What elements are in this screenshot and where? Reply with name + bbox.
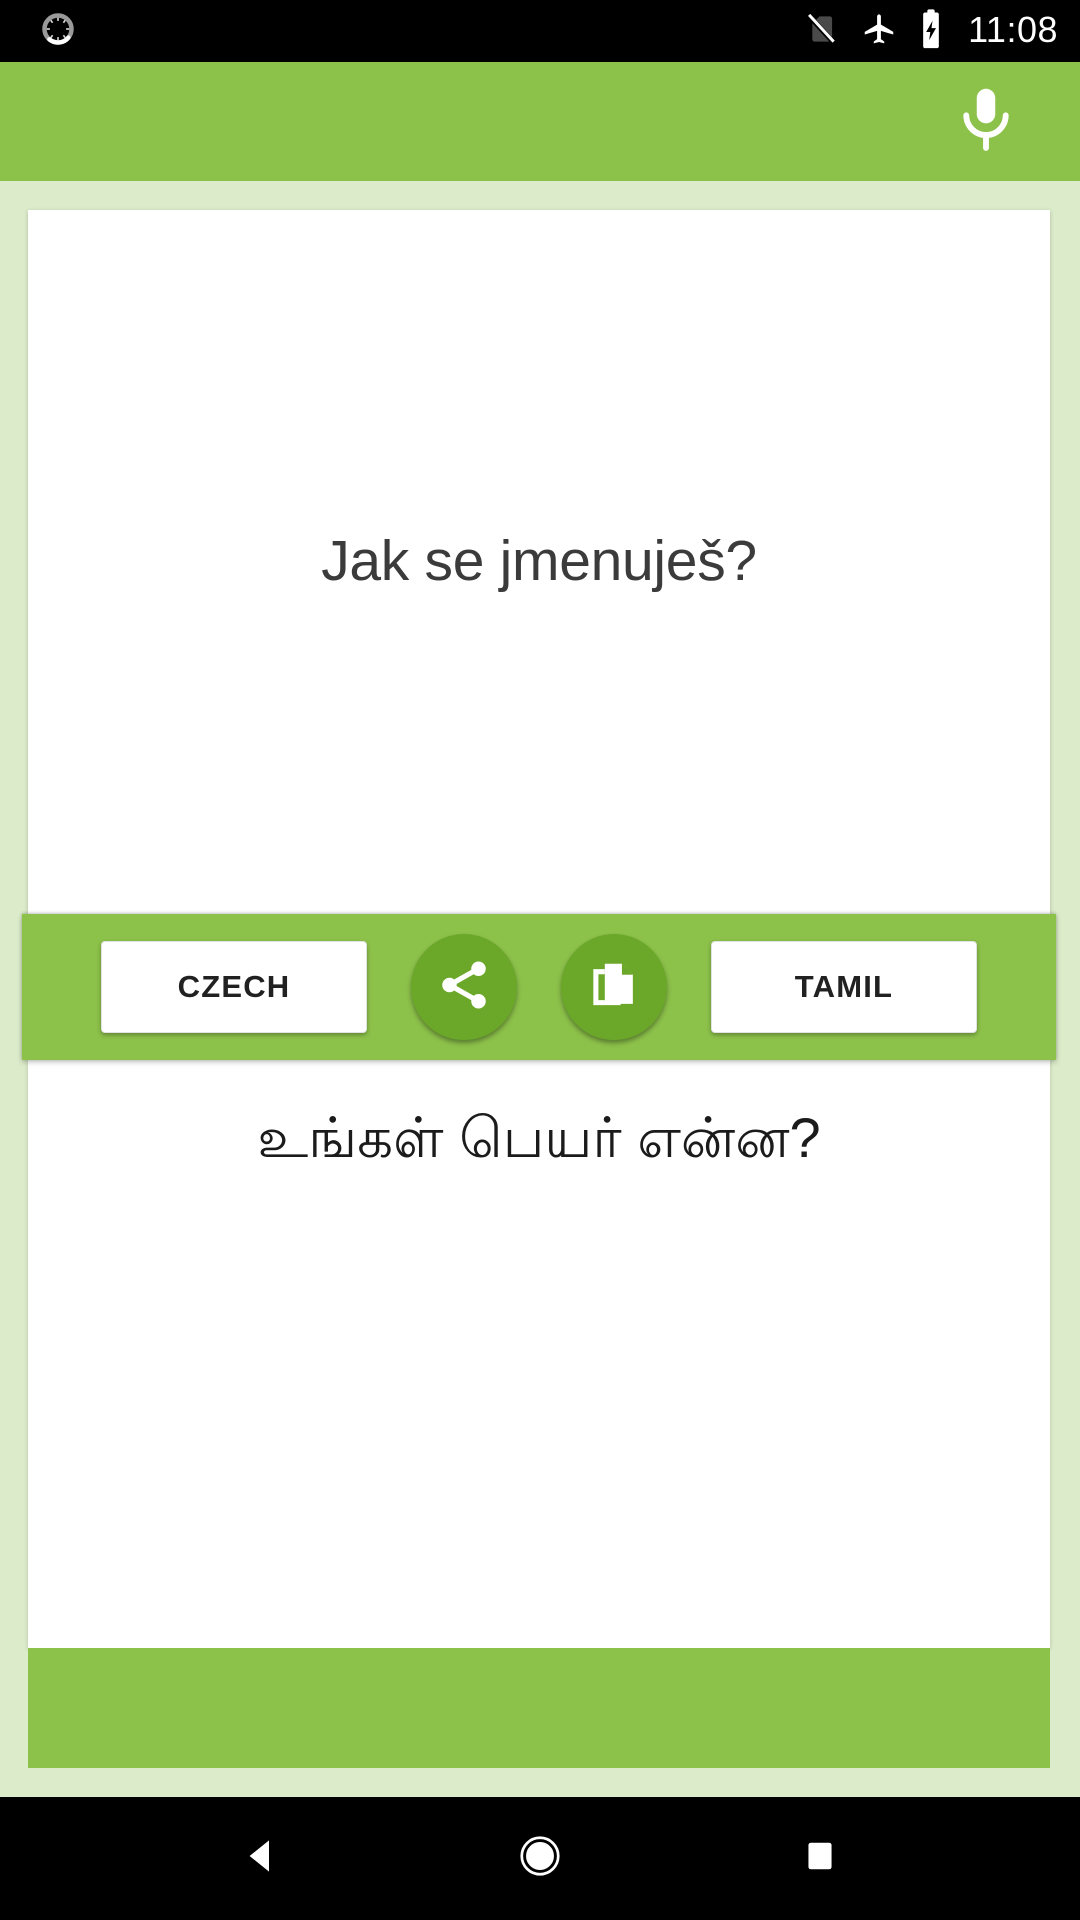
share-icon bbox=[435, 956, 493, 1019]
nav-home-button[interactable] bbox=[480, 1797, 600, 1920]
app-bar bbox=[0, 62, 1080, 181]
sync-spinner-icon bbox=[40, 11, 76, 52]
source-language-button[interactable]: CZECH bbox=[101, 941, 367, 1033]
airplane-mode-icon bbox=[860, 10, 898, 53]
nav-recents-button[interactable] bbox=[760, 1797, 880, 1920]
status-bar: 11:08 bbox=[0, 0, 1080, 62]
home-circle-icon bbox=[515, 1831, 565, 1886]
recents-square-icon bbox=[799, 1835, 841, 1882]
language-action-bar: CZECH TAMIL bbox=[22, 914, 1056, 1060]
translator-content: Jak se jmenuješ? CZECH TAMIL உங்கள் பெயர… bbox=[0, 181, 1080, 1797]
source-text-pane[interactable]: Jak se jmenuješ? bbox=[28, 210, 1050, 914]
status-bar-left-icons bbox=[40, 11, 76, 52]
share-button[interactable] bbox=[411, 934, 517, 1040]
target-text: உங்கள் பெயர் என்ன? bbox=[257, 1106, 821, 1169]
status-bar-clock: 11:08 bbox=[968, 9, 1058, 50]
microphone-button[interactable] bbox=[940, 76, 1032, 168]
android-navigation-bar bbox=[0, 1797, 1080, 1920]
microphone-icon bbox=[949, 82, 1023, 161]
source-text: Jak se jmenuješ? bbox=[321, 529, 757, 594]
copy-icon bbox=[585, 956, 643, 1019]
no-sim-icon bbox=[802, 10, 840, 53]
target-text-pane[interactable]: உங்கள் பெயர் என்ன? bbox=[28, 1060, 1050, 1648]
copy-button[interactable] bbox=[561, 934, 667, 1040]
phone-screen: 11:08 Jak se jmenuješ? CZECH TAMIL உங்கள… bbox=[0, 0, 1080, 1920]
battery-charging-icon bbox=[918, 8, 944, 54]
back-triangle-icon bbox=[236, 1832, 284, 1885]
bottom-green-bar bbox=[28, 1648, 1050, 1768]
target-language-button[interactable]: TAMIL bbox=[711, 941, 977, 1033]
nav-back-button[interactable] bbox=[200, 1797, 320, 1920]
status-bar-right-icons: 11:08 bbox=[802, 8, 1058, 54]
